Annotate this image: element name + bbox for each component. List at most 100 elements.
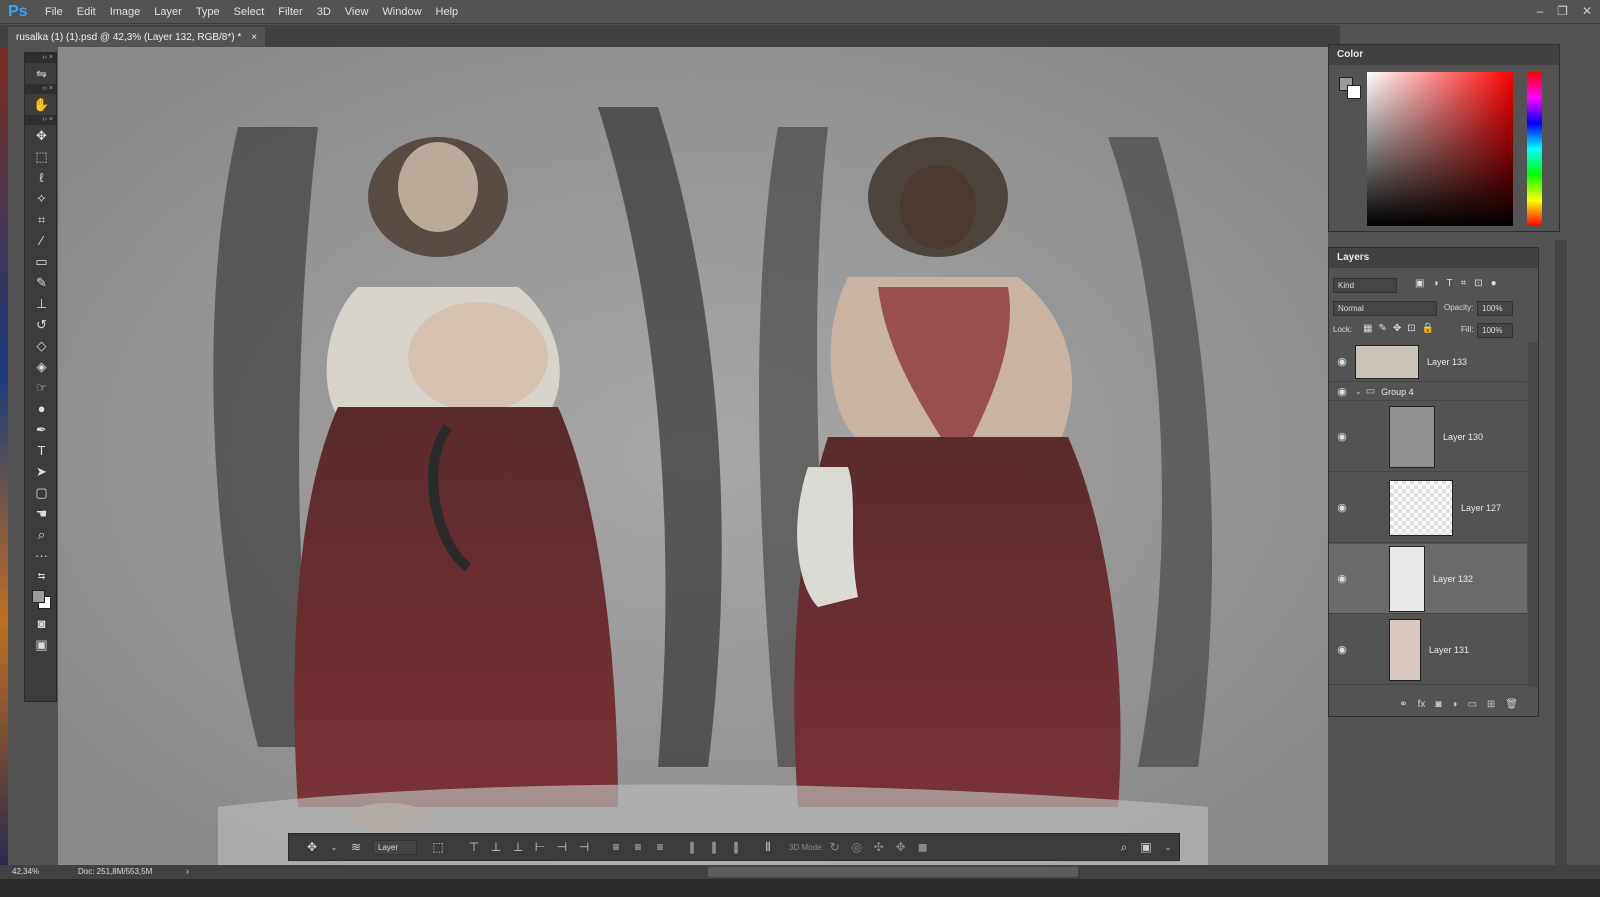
menu-select[interactable]: Select: [227, 1, 272, 23]
menu-3d[interactable]: 3D: [310, 1, 338, 23]
3d-roll-icon[interactable]: ◎: [846, 840, 868, 854]
healing-brush-icon[interactable]: ▭: [25, 251, 58, 272]
chevron-down-icon[interactable]: ⌄: [1355, 387, 1362, 396]
blend-mode-select[interactable]: Normal: [1333, 301, 1437, 316]
tools-panel-header-2[interactable]: ›› ×: [25, 84, 56, 94]
fx-icon[interactable]: fx: [1418, 699, 1426, 710]
pen-icon[interactable]: ✒: [25, 419, 58, 440]
menu-file[interactable]: File: [38, 1, 70, 23]
layer-row[interactable]: ◉ Layer 130: [1329, 402, 1527, 472]
zoom-level[interactable]: 42,34%: [12, 867, 39, 876]
document-tab-close-button[interactable]: ×: [251, 32, 257, 43]
eye-icon[interactable]: ◉: [1329, 572, 1355, 585]
distribute-left-icon[interactable]: ∥: [681, 840, 703, 854]
menu-layer[interactable]: Layer: [147, 1, 189, 23]
marquee-icon[interactable]: ⬚: [25, 146, 58, 167]
screen-mode-icon[interactable]: ▣: [25, 634, 58, 655]
layer-row[interactable]: ◉ Layer 127: [1329, 473, 1527, 543]
menu-edit[interactable]: Edit: [70, 1, 103, 23]
type-icon[interactable]: T: [25, 440, 58, 461]
eraser-icon[interactable]: ◇: [25, 335, 58, 356]
paint-bucket-icon[interactable]: ◈: [25, 356, 58, 377]
adjust-icon[interactable]: ⇋: [25, 63, 58, 84]
eye-icon[interactable]: ◉: [1329, 430, 1355, 443]
link-layers-icon[interactable]: ⚭: [1399, 699, 1407, 710]
distribute-right-icon[interactable]: ∥: [725, 840, 747, 854]
lasso-icon[interactable]: ℓ: [25, 167, 58, 188]
menu-help[interactable]: Help: [429, 1, 466, 23]
new-group-icon[interactable]: ▭: [1467, 699, 1476, 710]
workspace-icon[interactable]: ▣: [1135, 840, 1157, 854]
auto-align-icon[interactable]: ⫴: [757, 840, 779, 855]
restore-button[interactable]: ❐: [1557, 4, 1568, 18]
background-color-swatch[interactable]: [1347, 85, 1361, 99]
smudge-icon[interactable]: ☞: [25, 377, 58, 398]
close-window-button[interactable]: ✕: [1582, 4, 1592, 18]
menu-image[interactable]: Image: [103, 1, 148, 23]
horizontal-scrollbar[interactable]: [708, 867, 1078, 877]
quick-mask-icon[interactable]: ◙: [25, 613, 58, 634]
eye-icon[interactable]: ◉: [1329, 643, 1355, 656]
panel-dock-scrollbar[interactable]: [1555, 240, 1567, 865]
tools-panel-header[interactable]: ›› ×: [25, 53, 56, 63]
fill-field[interactable]: 100%: [1477, 323, 1513, 338]
puppet-icon[interactable]: ✋: [25, 94, 58, 115]
3d-slide-icon[interactable]: ✥: [890, 840, 912, 854]
chevron-down-icon[interactable]: ⌄: [1157, 843, 1179, 852]
chevron-down-icon[interactable]: ⌄: [323, 843, 345, 852]
distribute-vcenter-icon[interactable]: ≡: [627, 840, 649, 854]
auto-select-target[interactable]: Layer: [373, 839, 417, 855]
foreground-background-swatch[interactable]: [25, 587, 58, 613]
search-icon[interactable]: ⌕: [1113, 840, 1135, 855]
new-layer-icon[interactable]: ⊞: [1487, 699, 1495, 710]
distribute-hcenter-icon[interactable]: ∥: [703, 840, 725, 854]
menu-window[interactable]: Window: [375, 1, 428, 23]
distribute-top-icon[interactable]: ≡: [605, 840, 627, 854]
trash-icon[interactable]: 🗑: [1505, 699, 1518, 710]
align-right-icon[interactable]: ⊣: [573, 840, 595, 854]
layer-filter-select[interactable]: Kind: [1333, 278, 1397, 293]
layers-panel-tab[interactable]: Layers: [1329, 248, 1538, 268]
align-top-icon[interactable]: ⊤: [463, 840, 485, 854]
group-row[interactable]: ◉ ⌄ ▭ Group 4: [1329, 383, 1527, 401]
3d-rotate-icon[interactable]: ↻: [824, 840, 846, 854]
3d-scale-icon[interactable]: ◼: [912, 840, 934, 854]
crop-icon[interactable]: ⌗: [25, 209, 58, 230]
eye-icon[interactable]: ◉: [1329, 501, 1355, 514]
align-left-icon[interactable]: ⊢: [529, 840, 551, 854]
eye-icon[interactable]: ◉: [1329, 355, 1355, 368]
align-hcenter-icon[interactable]: ⊣: [551, 840, 573, 854]
menu-type[interactable]: Type: [189, 1, 227, 23]
tools-panel-header-3[interactable]: ›› ×: [25, 115, 56, 125]
align-bottom-icon[interactable]: ⊥: [507, 840, 529, 854]
document-canvas[interactable]: [58, 47, 1328, 865]
document-tab[interactable]: rusalka (1) (1).psd @ 42,3% (Layer 132, …: [8, 27, 266, 47]
minimize-button[interactable]: –: [1536, 4, 1543, 18]
hand-icon[interactable]: ☚: [25, 503, 58, 524]
eye-icon[interactable]: ◉: [1329, 385, 1355, 398]
layers-stack-icon[interactable]: ≋: [345, 840, 367, 854]
lock-icons[interactable]: ▦✎✥⊡🔒: [1363, 323, 1440, 334]
move-icon[interactable]: ✥: [25, 125, 58, 146]
move-icon[interactable]: ✥: [301, 840, 323, 854]
document-size[interactable]: Doc: 251,8M/553,5M: [78, 867, 152, 876]
status-arrow-icon[interactable]: ›: [186, 866, 189, 876]
clone-stamp-icon[interactable]: ⊥: [25, 293, 58, 314]
opacity-field[interactable]: 100%: [1477, 301, 1513, 316]
layer-row[interactable]: ◉ Layer 133: [1329, 342, 1527, 382]
color-panel-tab[interactable]: Color: [1329, 45, 1559, 65]
swap-colors-icon[interactable]: ⇆: [25, 566, 58, 587]
menu-view[interactable]: View: [338, 1, 376, 23]
adjustment-layer-icon[interactable]: ◑: [1451, 699, 1457, 710]
menu-filter[interactable]: Filter: [271, 1, 309, 23]
rectangle-icon[interactable]: ▢: [25, 482, 58, 503]
layer-row-selected[interactable]: ◉ Layer 132: [1329, 544, 1527, 614]
layer-row[interactable]: ◉ Layer 131: [1329, 615, 1527, 685]
dodge-icon[interactable]: ●: [25, 398, 58, 419]
layers-scrollbar[interactable]: [1528, 342, 1538, 687]
history-brush-icon[interactable]: ↺: [25, 314, 58, 335]
transform-controls-icon[interactable]: ⬚: [427, 840, 449, 854]
magic-wand-icon[interactable]: ✧: [25, 188, 58, 209]
zoom-icon[interactable]: ⌕: [25, 524, 58, 545]
color-field[interactable]: [1367, 72, 1513, 226]
